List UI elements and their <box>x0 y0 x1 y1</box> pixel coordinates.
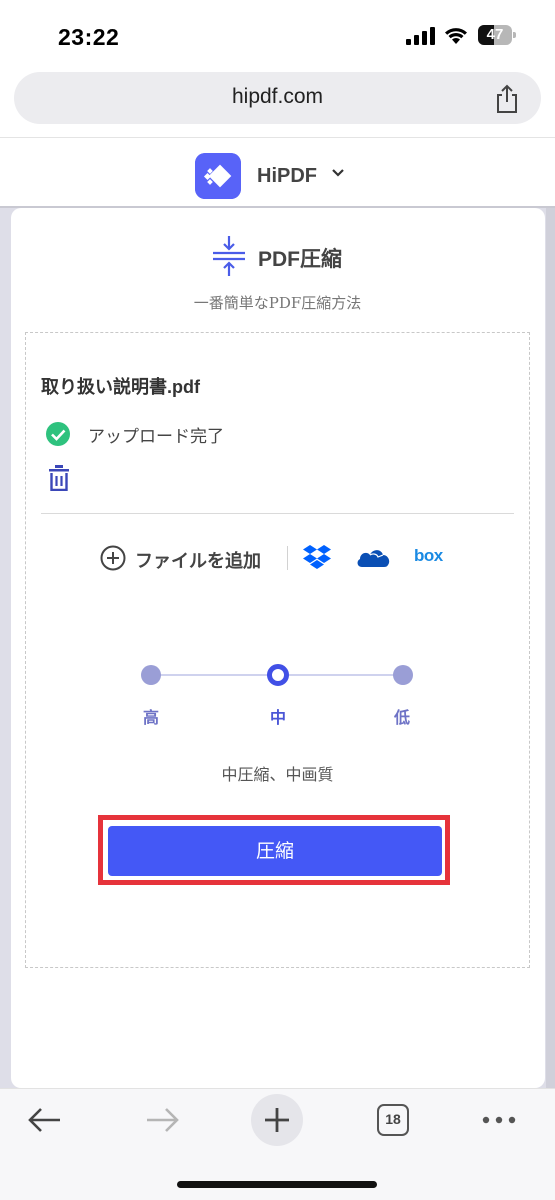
battery-icon: 47 <box>478 25 516 45</box>
tool-subtitle: 一番簡単なPDF圧縮方法 <box>193 294 362 312</box>
compress-button[interactable]: 圧縮 <box>108 826 442 876</box>
level-mid-dot-selected[interactable] <box>267 664 289 686</box>
url-text[interactable]: hipdf.com <box>14 85 541 109</box>
brand-name[interactable]: HiPDF <box>257 165 317 188</box>
onedrive-icon[interactable] <box>356 546 390 568</box>
separator <box>287 546 288 570</box>
tool-title: PDF圧縮 <box>258 248 342 271</box>
address-bar[interactable]: hipdf.com <box>14 72 541 124</box>
level-high-dot[interactable] <box>141 665 161 685</box>
battery-level: 47 <box>486 26 504 43</box>
check-circle-icon <box>46 422 70 446</box>
box-logo[interactable]: box <box>414 546 443 566</box>
back-arrow-icon[interactable] <box>28 1106 62 1134</box>
dropbox-icon[interactable] <box>303 544 331 570</box>
add-file-label: ファイルを追加 <box>135 551 261 571</box>
level-low-dot[interactable] <box>393 665 413 685</box>
compress-icon <box>213 236 245 276</box>
status-bar: 23:22 47 <box>0 0 555 70</box>
compression-description: 中圧縮、中画質 <box>221 767 334 784</box>
scroll-edge <box>546 208 555 1088</box>
plus-circle-icon <box>100 545 126 571</box>
new-tab-button[interactable] <box>251 1094 303 1146</box>
trash-icon[interactable] <box>49 465 69 491</box>
home-indicator <box>177 1181 377 1188</box>
tabs-button[interactable]: 18 <box>377 1104 409 1136</box>
upload-status: アップロード完了 <box>88 427 224 447</box>
share-icon[interactable] <box>494 84 520 114</box>
file-name: 取り扱い説明書.pdf <box>41 377 200 397</box>
forward-arrow-icon[interactable] <box>145 1106 179 1134</box>
status-time: 23:22 <box>58 24 120 50</box>
level-high-label[interactable]: 高 <box>136 704 166 728</box>
wifi-icon <box>445 28 467 44</box>
hipdf-logo[interactable] <box>195 153 241 199</box>
chevron-down-icon[interactable] <box>331 166 345 180</box>
divider <box>41 513 514 514</box>
level-low-label[interactable]: 低 <box>387 704 417 728</box>
level-mid-label[interactable]: 中 <box>263 704 293 728</box>
site-header: HiPDF <box>0 138 555 208</box>
more-icon[interactable] <box>481 1114 517 1126</box>
plus-icon <box>265 1108 289 1132</box>
cellular-signal-icon <box>406 27 435 45</box>
